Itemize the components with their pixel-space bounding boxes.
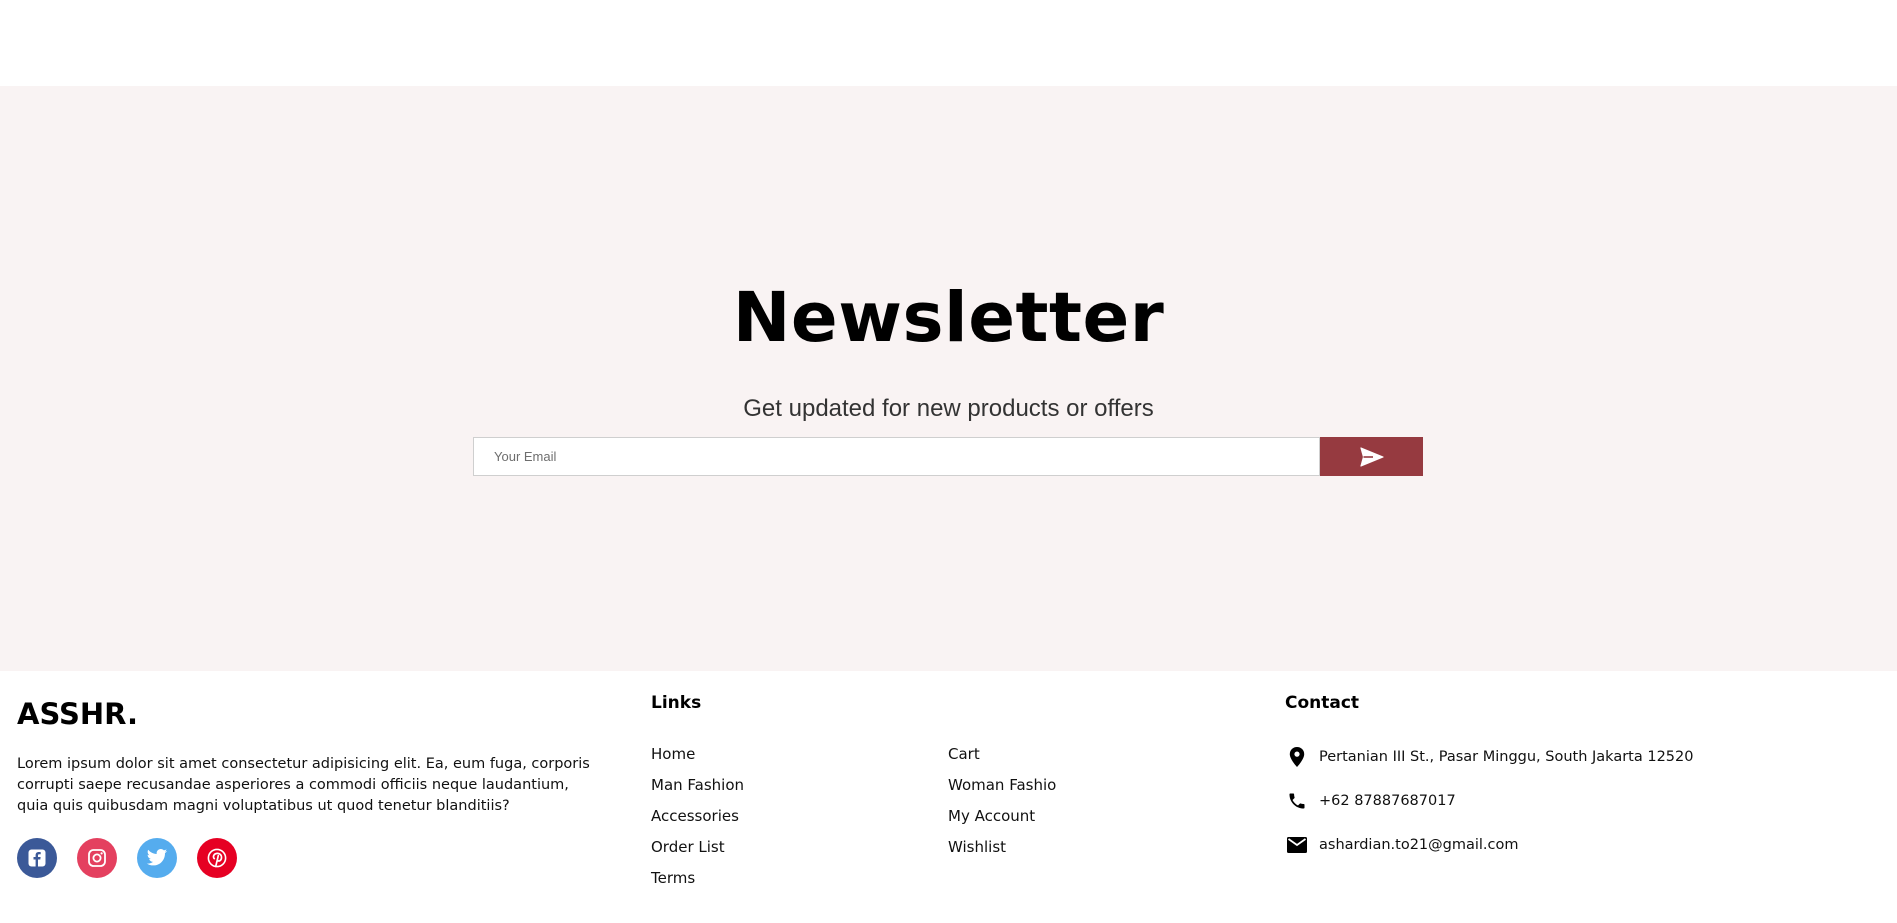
- links-column-1: Home Man Fashion Accessories Order List …: [651, 745, 744, 900]
- twitter-link[interactable]: [137, 838, 177, 878]
- instagram-icon: [88, 849, 106, 867]
- email-input[interactable]: [473, 437, 1320, 476]
- contact-phone: +62 87887687017: [1285, 789, 1456, 813]
- footer-link-man-fashion[interactable]: Man Fashion: [651, 776, 744, 807]
- pinterest-link[interactable]: [197, 838, 237, 878]
- twitter-icon: [146, 849, 168, 866]
- facebook-link[interactable]: [17, 838, 57, 878]
- brand-logo[interactable]: ASSHR.: [17, 697, 138, 731]
- send-button[interactable]: [1320, 437, 1423, 476]
- phone-text[interactable]: +62 87887687017: [1319, 793, 1456, 809]
- links-column-2: Cart Woman Fashio My Account Wishlist: [948, 745, 1056, 869]
- mail-icon: [1285, 833, 1309, 857]
- contact-email: ashardian.to21@gmail.com: [1285, 833, 1519, 857]
- contact-address: Pertanian III St., Pasar Minggu, South J…: [1285, 745, 1693, 769]
- email-text[interactable]: ashardian.to21@gmail.com: [1319, 837, 1519, 853]
- footer-link-order-list[interactable]: Order List: [651, 838, 744, 869]
- footer: ASSHR. Lorem ipsum dolor sit amet consec…: [0, 671, 1897, 923]
- instagram-link[interactable]: [77, 838, 117, 878]
- footer-link-cart[interactable]: Cart: [948, 745, 1056, 776]
- links-heading: Links: [651, 693, 702, 713]
- address-text: Pertanian III St., Pasar Minggu, South J…: [1319, 749, 1694, 765]
- phone-icon: [1285, 789, 1309, 813]
- footer-link-terms[interactable]: Terms: [651, 869, 744, 900]
- footer-link-accessories[interactable]: Accessories: [651, 807, 744, 838]
- footer-link-woman-fashion[interactable]: Woman Fashio: [948, 776, 1056, 807]
- footer-link-my-account[interactable]: My Account: [948, 807, 1056, 838]
- map-pin-icon: [1285, 745, 1309, 769]
- facebook-icon: [28, 849, 46, 867]
- social-links: [17, 838, 237, 878]
- newsletter-title: Newsletter: [732, 278, 1165, 358]
- newsletter-subtitle: Get updated for new products or offers: [743, 395, 1154, 422]
- top-blank-area: [0, 0, 1897, 86]
- send-icon: [1359, 446, 1384, 467]
- newsletter-form: [473, 437, 1423, 476]
- pinterest-icon: [207, 848, 227, 868]
- newsletter-section: Newsletter Get updated for new products …: [0, 86, 1897, 671]
- brand-description: Lorem ipsum dolor sit amet consectetur a…: [17, 756, 590, 814]
- footer-link-wishlist[interactable]: Wishlist: [948, 838, 1056, 869]
- contact-heading: Contact: [1285, 693, 1360, 713]
- footer-link-home[interactable]: Home: [651, 745, 744, 776]
